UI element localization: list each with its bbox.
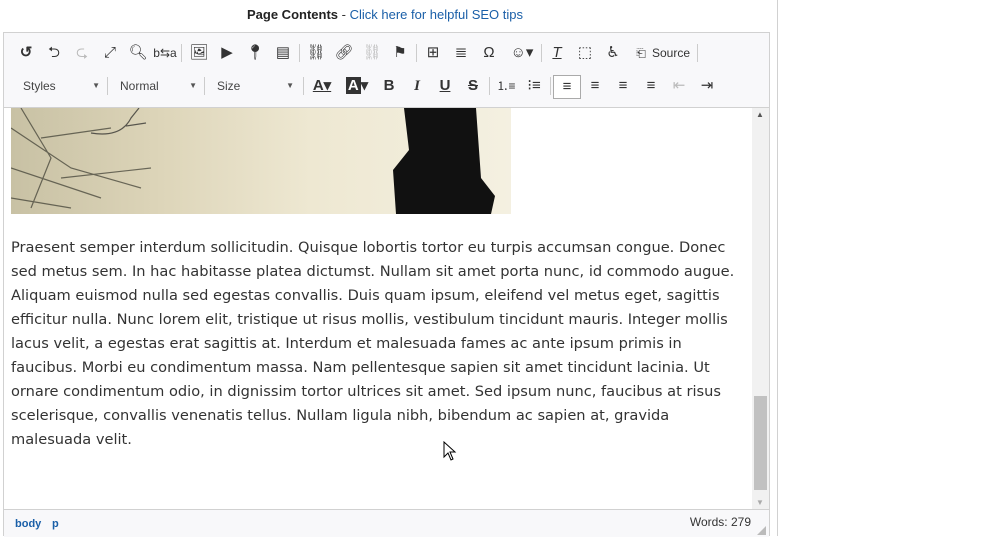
scroll-up-icon[interactable]: ▲	[756, 110, 764, 119]
align-right-icon[interactable]: ≡	[611, 75, 635, 97]
word-count: Words: 279	[689, 515, 751, 529]
path-p[interactable]: p	[52, 518, 59, 530]
source-button[interactable]: Source	[652, 46, 690, 60]
link-icon[interactable]: 🔗︎	[332, 42, 356, 64]
bulleted-list-icon[interactable]: ⁝≡	[522, 75, 546, 97]
paragraph[interactable]: Praesent semper interdum sollicitudin. Q…	[11, 236, 734, 452]
map-pin-icon[interactable]: 📍︎	[243, 42, 267, 64]
strikethrough-icon[interactable]: S	[461, 75, 485, 97]
show-blocks-icon[interactable]: ⬚	[573, 42, 597, 64]
horizontal-rule-icon[interactable]: ≣	[449, 42, 473, 64]
path-body[interactable]: body	[15, 518, 41, 530]
align-left-icon[interactable]: ≡	[553, 75, 581, 99]
undo-arrow-icon[interactable]: ⮌	[42, 42, 66, 64]
scroll-down-icon[interactable]: ▼	[756, 498, 764, 507]
justify-icon[interactable]: ≡	[639, 75, 663, 97]
format-dropdown[interactable]: Normal ▼	[112, 75, 201, 97]
text-line: Praesent semper interdum sollicitudin. Q…	[11, 239, 726, 256]
chevron-down-icon: ▼	[92, 81, 100, 90]
outdent-icon[interactable]: ⇤	[667, 75, 691, 97]
source-icon[interactable]: ⎗	[629, 42, 653, 64]
editor-content[interactable]: Praesent semper interdum sollicitudin. Q…	[4, 108, 752, 509]
styles-label: Styles	[23, 79, 56, 93]
bold-icon[interactable]: B	[377, 75, 401, 97]
special-char-icon[interactable]: Ω	[477, 42, 501, 64]
divider	[550, 77, 551, 95]
resize-handle[interactable]	[757, 526, 766, 535]
underline-icon[interactable]: U	[433, 75, 457, 97]
divider	[541, 44, 542, 62]
numbered-list-icon[interactable]: ⒈≡	[494, 75, 518, 97]
format-label: Normal	[120, 79, 159, 93]
accessibility-icon[interactable]: ♿︎	[601, 42, 625, 64]
scrollbar-thumb[interactable]	[754, 396, 767, 490]
divider	[204, 77, 205, 95]
chevron-down-icon: ▼	[286, 81, 294, 90]
page-contents-header: Page Contents - Click here for helpful S…	[0, 7, 770, 22]
table-icon[interactable]: ⊞	[421, 42, 445, 64]
vertical-scrollbar[interactable]: ▲ ▼	[752, 108, 769, 509]
anchor-link-icon[interactable]: ⛓	[304, 42, 328, 64]
styles-dropdown[interactable]: Styles ▼	[15, 75, 104, 97]
rich-text-editor: ↺ ⮌ ⮎ ⤢ 🔍︎ b⇆a 🖼︎ ▶ 📍︎ ▤ ⛓ 🔗︎ ⛓ ⚑ ⊞ ≣ Ω …	[3, 32, 770, 537]
divider	[489, 77, 490, 95]
find-icon[interactable]: 🔍︎	[126, 42, 150, 64]
text-line: faucibus. Morbi eu condimentum massa. Na…	[11, 359, 710, 376]
divider	[107, 77, 108, 95]
italic-icon[interactable]: I	[405, 75, 429, 97]
youtube-icon[interactable]: ▶	[215, 42, 239, 64]
divider	[303, 77, 304, 95]
maximize-icon[interactable]: ⤢	[98, 42, 122, 64]
mouse-cursor-icon	[443, 441, 457, 461]
divider	[697, 44, 698, 62]
text-line: efficitur nulla. Nunc lorem elit, tristi…	[11, 311, 728, 328]
image-silhouettes	[11, 108, 495, 214]
chevron-down-icon: ▼	[189, 81, 197, 90]
align-center-icon[interactable]: ≡	[583, 75, 607, 97]
content-image[interactable]	[11, 108, 511, 214]
text-line: malesuada velit.	[11, 431, 132, 448]
text-line: sed metus sem. In hac habitasse platea d…	[11, 263, 735, 280]
seo-tips-link[interactable]: Click here for helpful SEO tips	[350, 7, 523, 22]
size-dropdown[interactable]: Size ▼	[209, 75, 298, 97]
toolbar: ↺ ⮌ ⮎ ⤢ 🔍︎ b⇆a 🖼︎ ▶ 📍︎ ▤ ⛓ 🔗︎ ⛓ ⚑ ⊞ ≣ Ω …	[4, 33, 769, 108]
form-icon[interactable]: ▤	[271, 42, 295, 64]
flag-icon[interactable]: ⚑	[388, 42, 412, 64]
text-line: Aliquam euismod nulla sed egestas conval…	[11, 287, 720, 304]
background-color-icon[interactable]: A ▾	[342, 75, 372, 97]
editor-panel: Page Contents - Click here for helpful S…	[0, 0, 778, 537]
image-icon[interactable]: 🖼︎	[187, 42, 211, 64]
divider	[181, 44, 182, 62]
remove-format-icon[interactable]: T	[545, 42, 569, 64]
undo-icon[interactable]: ↺	[14, 42, 38, 64]
divider	[416, 44, 417, 62]
divider	[299, 44, 300, 62]
text-line: lacus velit, a egestas erat sagittis at.…	[11, 335, 682, 352]
status-bar: body p Words: 279	[4, 509, 769, 537]
size-label: Size	[217, 79, 241, 93]
separator: -	[338, 7, 350, 22]
text-line: scelerisque, convallis venenatis tellus.…	[11, 407, 670, 424]
emoji-icon[interactable]: ☺▾	[507, 42, 537, 64]
indent-icon[interactable]: ⇥	[695, 75, 719, 97]
redo-icon[interactable]: ⮎	[70, 42, 94, 64]
text-color-icon[interactable]: A▾	[307, 75, 337, 97]
text-line: ornare condimentum odio, in dignissim to…	[11, 383, 721, 400]
unlink-icon[interactable]: ⛓	[360, 42, 384, 64]
header-label: Page Contents	[247, 7, 339, 22]
replace-icon[interactable]: b⇆a	[153, 42, 177, 64]
